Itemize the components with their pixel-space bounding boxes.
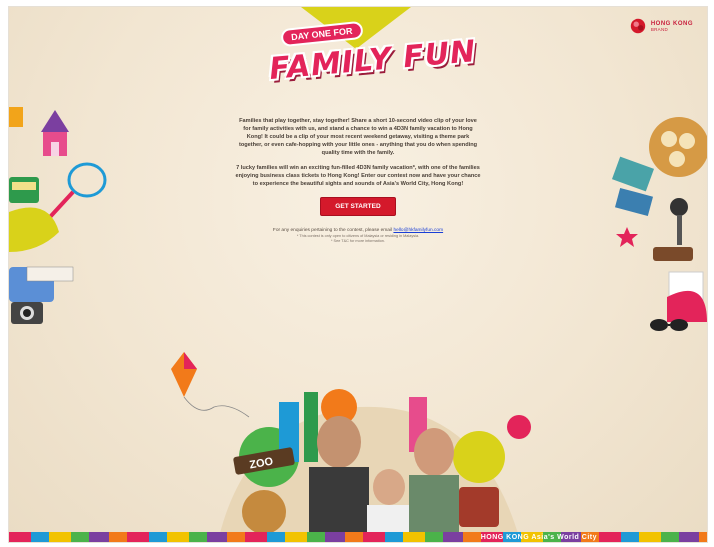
intro-paragraph: Families that play together, stay togeth… <box>238 118 478 156</box>
ticket-icon <box>611 156 655 217</box>
label-card <box>26 266 74 282</box>
red-dot <box>507 415 531 439</box>
star-icon <box>616 227 638 247</box>
prize-paragraph: 7 lucky families will win an exciting fu… <box>235 165 481 187</box>
camera-icon <box>11 302 43 324</box>
food-bowl-icon <box>649 117 707 177</box>
family-fun-logo: DAY ONE FOR FAMILY FUN <box>268 20 478 95</box>
food-plate <box>242 490 286 534</box>
microphone-icon <box>670 198 688 245</box>
sign-board <box>653 247 693 261</box>
hong-kong-flower-icon <box>630 18 646 34</box>
bottom-color-strip <box>9 532 707 542</box>
left-illustration-cluster <box>9 107 107 324</box>
kite-icon <box>171 352 250 418</box>
brand-line2: BRAND <box>650 26 669 32</box>
logo-top-text: DAY ONE FOR <box>280 20 364 48</box>
tram-icon <box>9 177 39 203</box>
hong-kong-brand-logo[interactable]: HONG KONG BRAND <box>629 17 693 35</box>
bottom-family-collage: ZOO <box>171 352 531 537</box>
castle-icon <box>41 110 69 156</box>
green-building <box>304 392 318 462</box>
yellow-circle <box>453 431 505 483</box>
enquiry-email-link[interactable]: hello@hkfamilyfun.com <box>393 228 443 233</box>
get-started-button[interactable]: GET STARTED <box>320 197 396 216</box>
orange-block <box>9 107 23 127</box>
enquiry-prefix: For any enquiries pertaining to the cont… <box>272 228 393 233</box>
main-content: Families that play together, stay togeth… <box>235 117 481 244</box>
page-frame: DAY ONE FOR FAMILY FUN HONG KONG BRAND F… <box>8 6 708 543</box>
suitcase-icon <box>459 487 499 527</box>
right-illustration-cluster <box>611 117 707 331</box>
fine-print-2: * See T&C for more information. <box>331 239 385 243</box>
footer-tagline: HONG KONG Asia's World City <box>480 534 597 541</box>
